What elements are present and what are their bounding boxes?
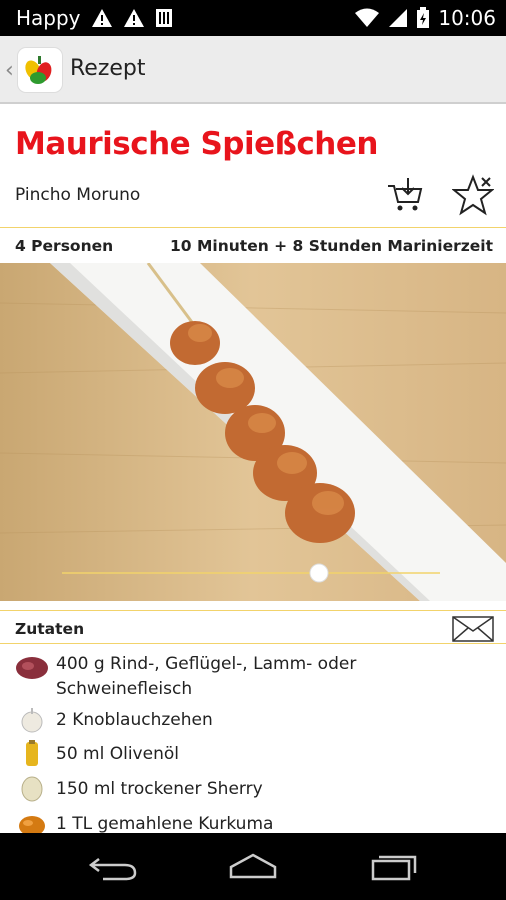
oil-icon <box>26 740 38 766</box>
meat-icon <box>16 657 48 679</box>
prep-time-label: 10 Minuten + 8 Stunden Marinierzeit <box>170 236 493 255</box>
sherry-icon <box>21 776 43 802</box>
servings-label: 4 Personen <box>15 236 114 255</box>
mail-icon[interactable] <box>452 616 494 642</box>
app-logo-icon[interactable] <box>18 48 62 92</box>
favorite-star-icon[interactable] <box>452 174 494 216</box>
ingredient-text: 400 g Rind-, Geflügel-, Lamm- oder Schwe… <box>56 654 357 699</box>
back-icon[interactable] <box>85 851 141 883</box>
sim-icon <box>155 9 172 27</box>
signal-icon <box>389 9 408 27</box>
ingredient-text: 50 ml Olivenöl <box>56 744 179 764</box>
recipe-photo[interactable] <box>0 263 506 601</box>
garlic-icon <box>21 708 43 733</box>
recipe-subtitle: Pincho Moruno <box>15 185 141 205</box>
battery-icon <box>417 7 430 28</box>
screen-title: Rezept <box>70 56 146 81</box>
recipe-info-bar: 4 Personen 10 Minuten + 8 Stunden Marini… <box>0 227 506 263</box>
status-bar: Happy 10:06 <box>0 0 506 36</box>
ingredients-header: Zutaten <box>0 610 506 644</box>
ingredients-label: Zutaten <box>15 620 85 638</box>
navigation-bar <box>0 833 506 900</box>
back-chevron-icon[interactable]: ‹ <box>5 58 14 83</box>
carrier-label: Happy <box>16 6 81 30</box>
recipe-title: Maurische Spießchen <box>15 126 378 162</box>
home-icon[interactable] <box>225 851 281 883</box>
recent-apps-icon[interactable] <box>365 851 421 883</box>
warning-icon <box>123 9 144 27</box>
action-bar: ‹ Rezept <box>0 36 506 104</box>
ingredient-text: 2 Knoblauchzehen <box>56 710 213 730</box>
warning-icon <box>91 9 112 27</box>
clock: 10:06 <box>438 6 496 30</box>
add-to-cart-icon[interactable] <box>386 176 424 214</box>
wifi-icon <box>355 8 380 27</box>
ingredient-text: 150 ml trockener Sherry <box>56 779 263 799</box>
